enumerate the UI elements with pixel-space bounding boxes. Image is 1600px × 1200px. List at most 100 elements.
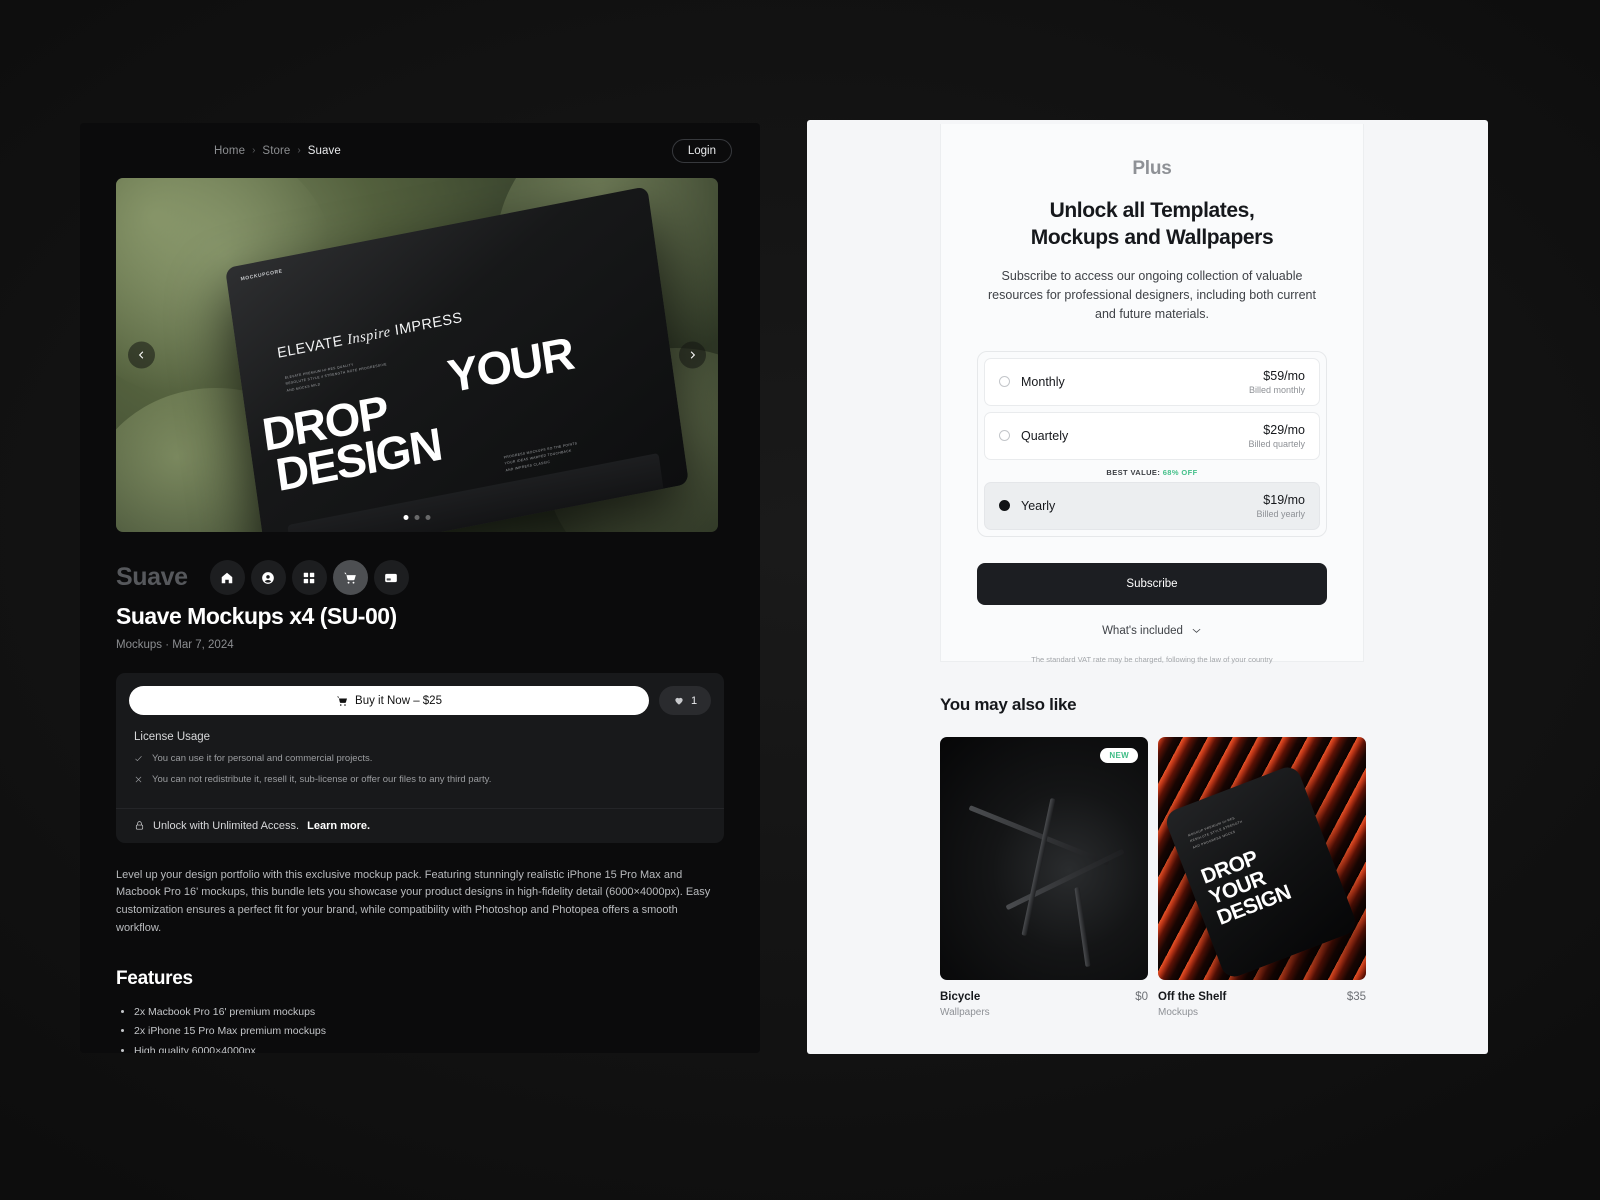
breadcrumb-item-suave[interactable]: Suave xyxy=(308,145,341,157)
product-image-carousel[interactable]: MOCKUPCORE ELEVATE Inspire IMPRESS ELEVA… xyxy=(116,178,718,532)
license-item-text: You can not redistribute it, resell it, … xyxy=(152,773,492,785)
product-card-off-the-shelf[interactable]: MOCKUP PREMIUM HI-RES RESOLUTE STYLE STRE… xyxy=(1158,737,1366,1018)
page-title: Suave Mockups x4 (SU-00) xyxy=(116,603,397,629)
carousel-next-button[interactable] xyxy=(679,341,706,369)
best-value-amount: 68% OFF xyxy=(1162,467,1198,477)
tagline-part-a: ELEVATE xyxy=(276,332,349,362)
vat-note: The standard VAT rate may be charged, fo… xyxy=(1031,654,1273,664)
bicycle-frame-part xyxy=(1074,887,1091,967)
radio-monthly[interactable] xyxy=(999,376,1010,388)
phone-mockup: MOCKUP PREMIUM HI-RES RESOLUTE STYLE STRE… xyxy=(1162,763,1360,980)
plan-name: Yearly xyxy=(1021,498,1056,513)
bicycle-frame-part xyxy=(1005,848,1125,911)
learn-more-link[interactable]: Learn more. xyxy=(307,820,370,832)
carousel-dots xyxy=(403,515,431,520)
purchase-card: Buy it Now – $25 1 License Usage You can… xyxy=(116,673,724,843)
cart-icon xyxy=(337,696,348,706)
grid-icon-button[interactable] xyxy=(291,560,327,595)
plan-name: Monthly xyxy=(1021,374,1065,389)
plus-plan-card: Plus Unlock all Templates, Mockups and W… xyxy=(940,124,1364,664)
plan-left: Quartely xyxy=(999,429,1068,443)
feature-item: High quality 6000×4000px xyxy=(134,1043,724,1053)
cart-icon-button[interactable] xyxy=(332,560,368,595)
top-bar: Home › Store › Suave Login xyxy=(80,123,760,178)
product-text-block: Bicycle Wallpapers xyxy=(940,991,990,1018)
chevron-down-icon xyxy=(1192,629,1201,634)
carousel-dot[interactable] xyxy=(403,515,409,520)
section-title: You may also like xyxy=(940,695,1077,714)
product-price: $35 xyxy=(1346,991,1366,1003)
breadcrumb-item-home[interactable]: Home xyxy=(214,145,245,157)
like-count: 1 xyxy=(690,694,698,707)
feature-item: 2x Macbook Pro 16' premium mockups xyxy=(134,1004,724,1021)
license-item-allowed: You can use it for personal and commerci… xyxy=(134,753,706,766)
heart-icon xyxy=(675,697,683,705)
plan-right: $59/mo Billed monthly xyxy=(1249,369,1305,395)
card-icon xyxy=(385,573,398,582)
chevron-left-icon xyxy=(138,351,144,359)
license-item-restricted: You can not redistribute it, resell it, … xyxy=(134,774,706,787)
license-usage-title: License Usage xyxy=(134,731,211,743)
phone-microtext: MOCKUP PREMIUM HI-RES RESOLUTE STYLE STRE… xyxy=(1187,815,1244,850)
mockup-tagline: ELEVATE Inspire IMPRESS xyxy=(276,310,463,363)
status-badge: NEW xyxy=(1100,748,1138,763)
login-button[interactable]: Login xyxy=(671,138,732,163)
plan-options: Monthly $59/mo Billed monthly Quartely $… xyxy=(977,350,1327,537)
radio-quartely[interactable] xyxy=(999,430,1010,442)
whats-included-label: What's included xyxy=(1102,624,1183,637)
feature-item: 2x iPhone 15 Pro Max premium mockups xyxy=(134,1023,724,1040)
buy-now-label: Buy it Now – $25 xyxy=(355,694,442,707)
whats-included-toggle[interactable]: What's included xyxy=(977,625,1327,637)
tagline-part-b: IMPRESS xyxy=(389,309,464,340)
laptop-mockup-image: MOCKUPCORE ELEVATE Inspire IMPRESS ELEVA… xyxy=(225,186,689,532)
product-header: Suave Suave Mockups x4 (SU-00) Mockups ·… xyxy=(80,532,760,651)
unlock-text: Unlock with Unlimited Access. xyxy=(153,819,300,832)
plus-heading-line1: Unlock all Templates, xyxy=(1049,199,1255,222)
plan-billing: Billed monthly xyxy=(1248,384,1305,395)
subscription-panel: Plus Unlock all Templates, Mockups and W… xyxy=(807,120,1488,1054)
carousel-prev-button[interactable] xyxy=(128,341,155,369)
home-icon-button[interactable] xyxy=(209,560,245,595)
plan-price: $19/mo xyxy=(1263,492,1305,507)
plan-option-yearly[interactable]: BEST VALUE: 68% OFF Yearly $19/mo Billed… xyxy=(984,468,1320,530)
radio-yearly[interactable] xyxy=(999,500,1010,512)
product-thumbnail: MOCKUP PREMIUM HI-RES RESOLUTE STYLE STRE… xyxy=(1158,737,1366,980)
user-circle-icon xyxy=(262,571,275,584)
mockup-brandmark: MOCKUPCORE xyxy=(240,268,284,283)
license-item-text: You can use it for personal and commerci… xyxy=(152,753,373,764)
unlock-unlimited-access-row[interactable]: Unlock with Unlimited Access. Learn more… xyxy=(116,807,724,843)
plan-left: Yearly xyxy=(999,499,1055,513)
like-button[interactable]: 1 xyxy=(659,686,711,715)
plan-right: $29/mo Billed quartely xyxy=(1248,423,1305,449)
subscribe-button[interactable]: Subscribe xyxy=(977,562,1327,605)
brand-name: Suave xyxy=(116,563,188,591)
profile-icon-button[interactable] xyxy=(250,560,286,595)
buy-row: Buy it Now – $25 1 xyxy=(116,673,724,715)
plan-option-quartely[interactable]: Quartely $29/mo Billed quartely xyxy=(984,411,1320,460)
product-text-block: Off the Shelf Mockups xyxy=(1158,991,1226,1018)
buy-now-button[interactable]: Buy it Now – $25 xyxy=(129,686,649,715)
plan-name: Quartely xyxy=(1021,428,1069,443)
product-name: Bicycle xyxy=(940,991,981,1003)
best-value-badge: BEST VALUE: 68% OFF xyxy=(985,468,1319,477)
tagline-part-italic: Inspire xyxy=(346,323,392,349)
best-value-prefix: BEST VALUE: xyxy=(1106,467,1161,477)
product-name: Off the Shelf xyxy=(1158,991,1227,1003)
product-category: Wallpapers xyxy=(940,1007,990,1018)
card-icon-button[interactable] xyxy=(373,560,409,595)
breadcrumb-item-store[interactable]: Store xyxy=(262,145,290,157)
product-meta: Mockups · Mar 7, 2024 xyxy=(116,639,234,651)
cart-icon xyxy=(344,572,357,584)
carousel-dot[interactable] xyxy=(414,515,420,520)
home-icon xyxy=(221,572,233,583)
plan-option-monthly[interactable]: Monthly $59/mo Billed monthly xyxy=(984,357,1320,406)
product-grid: NEW Bicycle Wallpapers $0 MOCKUP PREMIUM… xyxy=(940,737,1366,1018)
check-icon xyxy=(135,756,142,762)
carousel-dot[interactable] xyxy=(425,515,431,520)
plan-price: $29/mo xyxy=(1263,422,1305,437)
plan-billing: Billed quartely xyxy=(1248,438,1305,449)
product-card-bicycle[interactable]: NEW Bicycle Wallpapers $0 xyxy=(940,737,1148,1018)
plan-right: $19/mo Billed yearly xyxy=(1256,493,1305,519)
bicycle-frame-part xyxy=(1021,798,1056,936)
product-category: Mockups xyxy=(1158,1007,1199,1018)
